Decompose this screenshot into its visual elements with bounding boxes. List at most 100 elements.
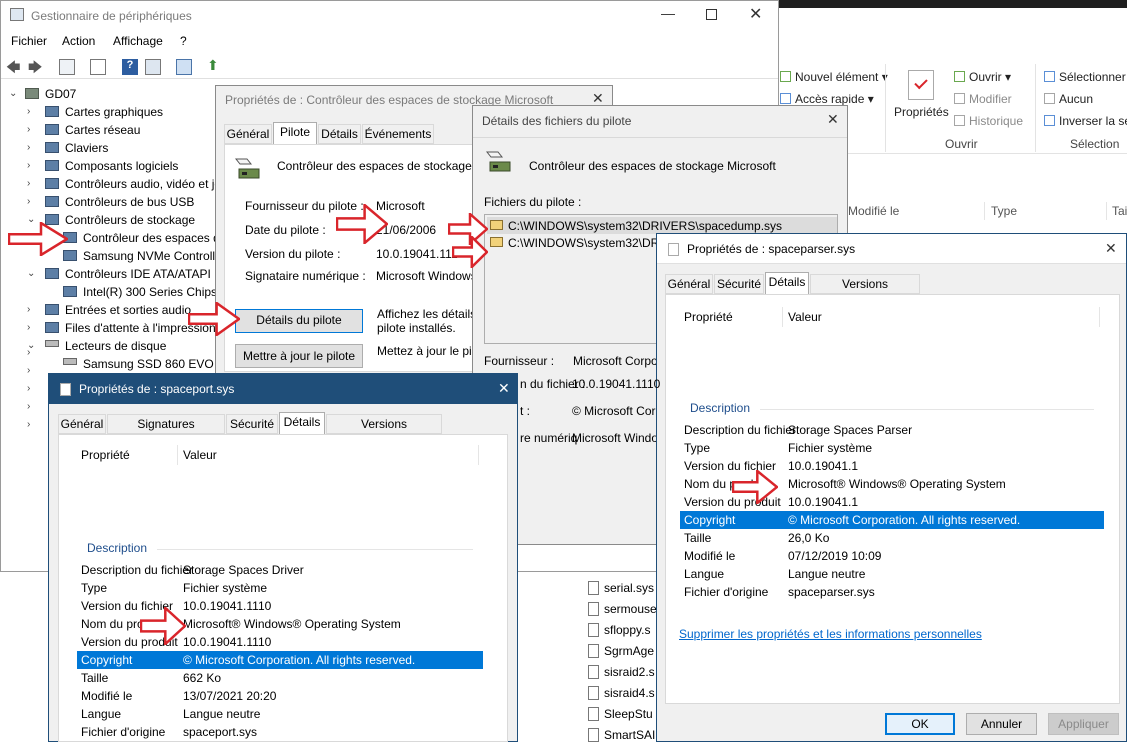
tab-details[interactable]: Détails bbox=[765, 272, 809, 295]
tree-item[interactable]: Samsung SSD 860 EVO 1T bbox=[1, 355, 231, 373]
tab-previous-versions[interactable]: Versions précédentes bbox=[326, 414, 442, 449]
tree-item[interactable]: › Contrôleurs de bus USB bbox=[1, 193, 221, 211]
file-row-selected[interactable]: C:\WINDOWS\system32\DRIVERS\spacedump.sy… bbox=[487, 217, 837, 234]
chevron-down-icon[interactable]: ⌄ bbox=[9, 88, 17, 99]
update-driver-button[interactable]: Mettre à jour le pilote bbox=[235, 344, 363, 368]
remove-properties-link[interactable]: Supprimer les propriétés et les informat… bbox=[679, 627, 982, 641]
tab-driver[interactable]: Pilote bbox=[273, 122, 317, 145]
tab-general[interactable]: Général bbox=[58, 414, 106, 434]
new-item-button[interactable]: Nouvel élément ▾ bbox=[780, 70, 888, 84]
property-row[interactable]: Version du fichier 10.0.19041.1110 bbox=[77, 597, 483, 615]
properties-list[interactable]: Propriété Valeur Description Description du… bbox=[77, 445, 483, 739]
tab-previous-versions[interactable]: Versions précédentes bbox=[810, 274, 920, 309]
close-button[interactable]: ✕ bbox=[1105, 240, 1117, 257]
chevron-right-icon[interactable]: › bbox=[27, 160, 30, 171]
tab-security[interactable]: Sécurité bbox=[714, 274, 764, 294]
properties-icon[interactable] bbox=[90, 59, 106, 75]
tab-digital-signatures[interactable]: Signatures numériques bbox=[107, 414, 225, 449]
tree-item[interactable]: › Cartes réseau bbox=[1, 121, 221, 139]
tab-general[interactable]: Général bbox=[224, 124, 272, 144]
property-row[interactable]: Fichier d'origine spaceport.sys bbox=[77, 723, 483, 741]
back-icon[interactable]: 🡄 bbox=[6, 57, 22, 75]
property-row[interactable]: Type Fichier système bbox=[77, 579, 483, 597]
chevron-right-icon[interactable]: › bbox=[27, 419, 30, 430]
edit-button[interactable]: Modifier bbox=[954, 92, 1012, 106]
tree-item[interactable]: ⌄ Contrôleurs IDE ATA/ATAPI bbox=[1, 265, 221, 283]
property-row[interactable]: Taille 26,0 Ko bbox=[680, 529, 1104, 547]
properties-button[interactable]: Propriétés bbox=[894, 105, 949, 119]
property-row[interactable]: Langue Langue neutre bbox=[680, 565, 1104, 583]
view-icon[interactable] bbox=[145, 59, 161, 75]
tree-item[interactable]: › Composants logiciels bbox=[1, 157, 221, 175]
tab-details[interactable]: Détails bbox=[279, 412, 325, 435]
tab-general[interactable]: Général bbox=[665, 274, 713, 294]
property-row[interactable]: Nom du produit Microsoft® Windows® Operat… bbox=[77, 615, 483, 633]
chevron-right-icon[interactable]: › bbox=[27, 322, 30, 333]
property-row[interactable]: Copyright © Microsoft Corporation. All ri… bbox=[680, 511, 1104, 529]
property-row[interactable]: Modifié le 13/07/2021 20:20 bbox=[77, 687, 483, 705]
scan-hardware-icon[interactable] bbox=[176, 59, 192, 75]
column-type[interactable]: Type bbox=[991, 204, 1017, 218]
property-name: Copyright bbox=[684, 513, 736, 527]
property-row[interactable]: Fichier d'origine spaceparser.sys bbox=[680, 583, 1104, 601]
menu-action[interactable]: Action bbox=[62, 34, 95, 48]
property-row[interactable]: Taille 662 Ko bbox=[77, 669, 483, 687]
close-button[interactable]: ✕ bbox=[827, 111, 839, 128]
column-value[interactable]: Valeur bbox=[788, 310, 822, 324]
tree-item[interactable]: ⌄ GD07 bbox=[1, 85, 221, 103]
tab-events[interactable]: Événements bbox=[362, 124, 434, 144]
maximize-button[interactable] bbox=[706, 9, 717, 20]
tab-security[interactable]: Sécurité bbox=[226, 414, 278, 434]
tree-item[interactable]: › Claviers bbox=[1, 139, 221, 157]
driver-details-button[interactable]: Détails du pilote bbox=[235, 309, 363, 333]
select-all-button[interactable]: Sélectionner bbox=[1044, 70, 1126, 84]
show-hide-icon[interactable] bbox=[59, 59, 75, 75]
close-button[interactable]: ✕ bbox=[498, 380, 510, 397]
chevron-right-icon[interactable]: › bbox=[27, 383, 30, 394]
chevron-right-icon[interactable]: › bbox=[27, 347, 30, 358]
chevron-right-icon[interactable]: › bbox=[27, 124, 30, 135]
forward-icon[interactable]: 🡆 bbox=[28, 57, 44, 75]
help-icon[interactable]: ? bbox=[122, 59, 138, 75]
chevron-right-icon[interactable]: › bbox=[27, 196, 30, 207]
tab-details[interactable]: Détails bbox=[318, 124, 361, 144]
property-row[interactable]: Description du fichier Storage Spaces Par… bbox=[680, 421, 1104, 439]
menu-help[interactable]: ? bbox=[180, 34, 187, 48]
chevron-right-icon[interactable]: › bbox=[27, 365, 30, 376]
column-property[interactable]: Propriété bbox=[684, 310, 733, 324]
tree-item[interactable]: Intel(R) 300 Series Chipset bbox=[1, 283, 227, 301]
ok-button[interactable]: OK bbox=[885, 713, 955, 735]
properties-list[interactable]: Propriété Valeur Description Description du… bbox=[680, 307, 1104, 612]
chevron-right-icon[interactable]: › bbox=[27, 304, 30, 315]
column-modified[interactable]: Modifié le bbox=[848, 204, 899, 218]
apply-button[interactable]: Appliquer bbox=[1048, 713, 1119, 735]
chevron-right-icon[interactable]: › bbox=[27, 178, 30, 189]
tree-item[interactable]: ⌄ Lecteurs de disque bbox=[1, 337, 221, 355]
tree-item[interactable]: › Cartes graphiques bbox=[1, 103, 221, 121]
chevron-right-icon[interactable]: › bbox=[27, 401, 30, 412]
property-row[interactable]: Type Fichier système bbox=[680, 439, 1104, 457]
menu-file[interactable]: Fichier bbox=[11, 34, 47, 48]
property-row[interactable]: Langue Langue neutre bbox=[77, 705, 483, 723]
cancel-button[interactable]: Annuler bbox=[966, 713, 1037, 735]
chevron-right-icon[interactable]: › bbox=[27, 106, 30, 117]
chevron-right-icon[interactable]: › bbox=[27, 142, 30, 153]
invert-selection-button[interactable]: Inverser la sé bbox=[1044, 114, 1127, 128]
column-value[interactable]: Valeur bbox=[183, 448, 217, 462]
column-property[interactable]: Propriété bbox=[81, 448, 130, 462]
column-size[interactable]: Tai bbox=[1112, 204, 1127, 218]
tree-item[interactable]: › Contrôleurs audio, vidéo et je bbox=[1, 175, 221, 193]
update-driver-icon[interactable]: ⬆ bbox=[207, 57, 223, 73]
close-button[interactable]: ✕ bbox=[749, 4, 762, 24]
menu-view[interactable]: Affichage bbox=[113, 34, 163, 48]
open-button[interactable]: Ouvrir ▾ bbox=[954, 70, 1011, 84]
easy-access-button[interactable]: Accès rapide ▾ bbox=[780, 92, 874, 106]
property-row[interactable]: Description du fichier Storage Spaces Dri… bbox=[77, 561, 483, 579]
property-row[interactable]: Version du produit 10.0.19041.1110 bbox=[77, 633, 483, 651]
property-row[interactable]: Copyright © Microsoft Corporation. All ri… bbox=[77, 651, 483, 669]
chevron-down-icon[interactable]: ⌄ bbox=[27, 268, 35, 279]
select-none-button[interactable]: Aucun bbox=[1044, 92, 1093, 106]
history-button[interactable]: Historique bbox=[954, 114, 1023, 128]
minimize-button[interactable]: — bbox=[661, 5, 675, 21]
property-row[interactable]: Modifié le 07/12/2019 10:09 bbox=[680, 547, 1104, 565]
